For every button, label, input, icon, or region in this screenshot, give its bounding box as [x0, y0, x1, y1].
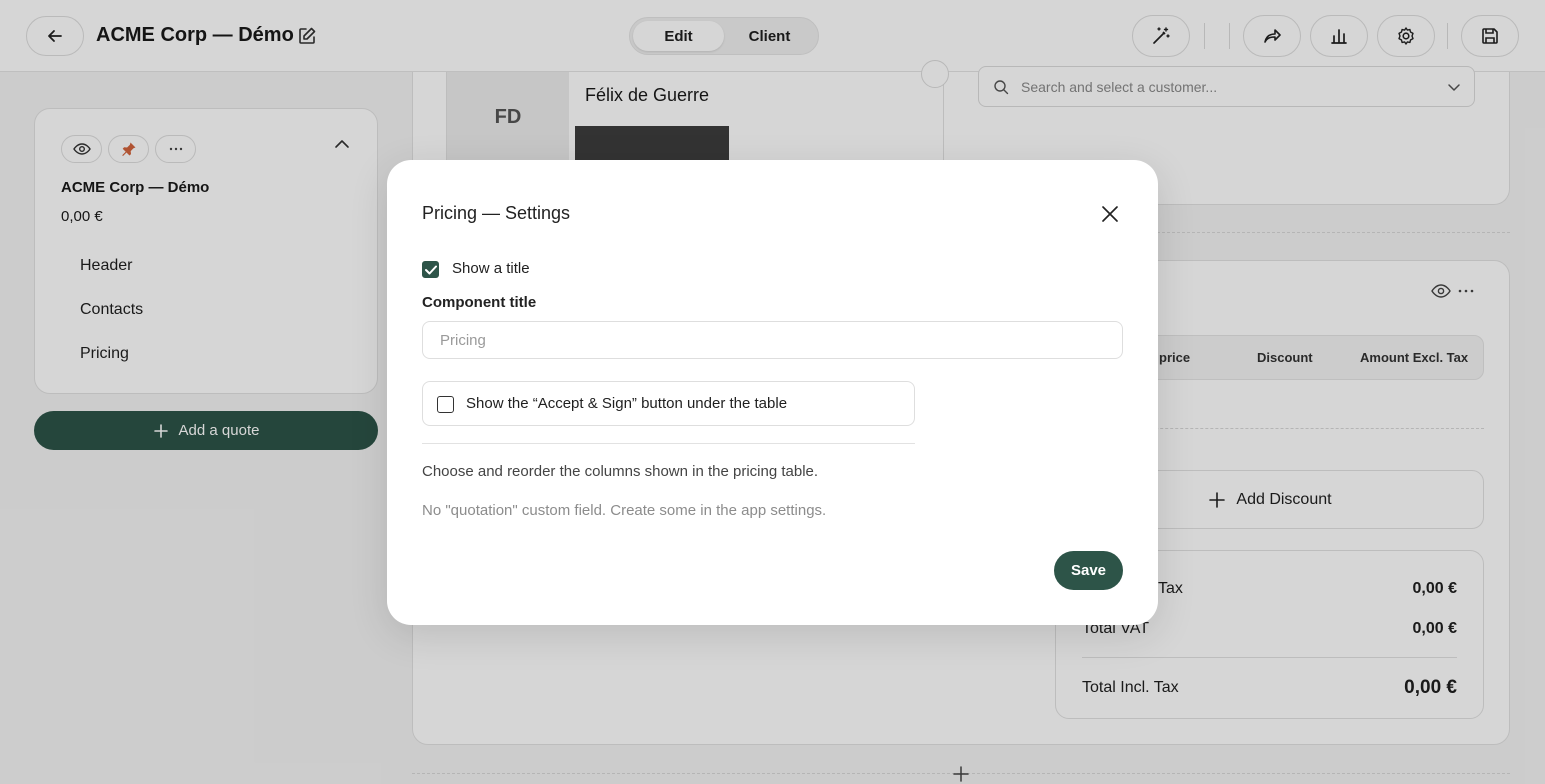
checkmark-icon	[424, 265, 437, 274]
accept-sign-checkbox[interactable]	[437, 396, 454, 413]
no-custom-field-text: No "quotation" custom field. Create some…	[422, 502, 827, 519]
accept-sign-label: Show the “Accept & Sign” button under th…	[466, 395, 788, 412]
modal-divider	[422, 443, 915, 444]
columns-help-text: Choose and reorder the columns shown in …	[422, 463, 819, 480]
component-title-input[interactable]	[422, 321, 1123, 359]
close-icon[interactable]	[1100, 204, 1120, 224]
pricing-settings-modal: Pricing — Settings Show a title Componen…	[387, 160, 1158, 625]
save-button[interactable]: Save	[1054, 551, 1123, 590]
component-title-label: Component title	[422, 294, 537, 311]
show-title-label: Show a title	[452, 260, 530, 277]
accept-sign-option[interactable]: Show the “Accept & Sign” button under th…	[422, 381, 915, 426]
show-title-checkbox[interactable]	[422, 261, 439, 278]
modal-title: Pricing — Settings	[422, 203, 571, 223]
